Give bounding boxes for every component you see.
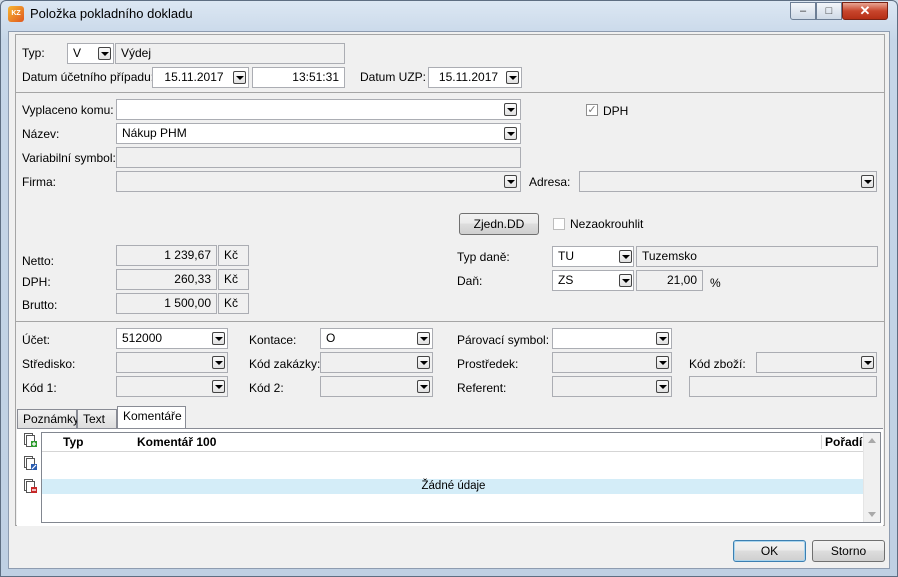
delete-record-icon[interactable]	[24, 479, 37, 494]
dialog-client: Typ: V Výdej Datum účetního případu: 15.…	[8, 31, 890, 569]
tab-text[interactable]: Text	[77, 409, 117, 429]
dph-checkbox[interactable]: ✓	[586, 104, 598, 116]
parovaci-label: Párovací symbol:	[457, 333, 550, 347]
kod-zbozi-label: Kód zboží:	[689, 357, 746, 371]
app-icon: KZ	[8, 6, 24, 22]
add-record-icon[interactable]	[24, 433, 37, 448]
brutto-currency: Kč	[218, 293, 249, 314]
dan-dropdown-arrow-icon[interactable]	[619, 274, 632, 287]
dph-field: 260,33	[116, 269, 217, 290]
ucet-dropdown-arrow-icon[interactable]	[212, 332, 225, 345]
netto-currency: Kč	[218, 245, 249, 266]
kod1-dropdown-arrow-icon[interactable]	[212, 380, 225, 393]
comments-grid[interactable]: Typ Komentář 100 Pořadí Žádné údaje	[41, 432, 881, 523]
scroll-up-arrow-icon[interactable]	[868, 438, 876, 443]
dialog-window: KZ Položka pokladního dokladu – □ ✕ Typ:…	[0, 0, 898, 577]
kod-zakazky-dropdown-arrow-icon[interactable]	[417, 356, 430, 369]
ok-button[interactable]: OK	[733, 540, 806, 562]
column-header-poradi[interactable]: Pořadí	[821, 435, 869, 449]
kod1-label: Kód 1:	[22, 381, 57, 395]
nazev-select[interactable]: Nákup PHM	[116, 123, 521, 144]
typ-dane-label: Typ daně:	[457, 250, 510, 264]
nezaokrouhlit-checkbox[interactable]	[553, 218, 565, 230]
column-header-typ[interactable]: Typ	[63, 435, 83, 449]
firma-dropdown-arrow-icon[interactable]	[504, 175, 517, 188]
prostredek-select[interactable]	[552, 352, 672, 373]
typ-code-value: V	[73, 46, 82, 60]
edit-record-icon[interactable]	[24, 456, 37, 471]
nazev-dropdown-arrow-icon[interactable]	[504, 127, 517, 140]
prostredek-dropdown-arrow-icon[interactable]	[656, 356, 669, 369]
adresa-select[interactable]	[579, 171, 877, 192]
dph-currency: Kč	[218, 269, 249, 290]
kontace-label: Kontace:	[249, 333, 297, 347]
varsym-label: Variabilní symbol:	[22, 151, 116, 165]
datum-label: Datum účetního případu:	[22, 70, 155, 84]
referent-label: Referent:	[457, 381, 507, 395]
typ-dropdown-arrow-icon[interactable]	[98, 47, 111, 60]
dph-checkbox-label: DPH	[603, 104, 629, 118]
separator	[16, 92, 884, 93]
nezaokrouhlit-label: Nezaokrouhlit	[570, 217, 644, 231]
column-header-komentar[interactable]: Komentář 100	[137, 435, 216, 449]
typ-label: Typ:	[22, 46, 45, 60]
firma-label: Firma:	[22, 175, 56, 189]
title-bar[interactable]: KZ Položka pokladního dokladu – □ ✕	[1, 1, 897, 27]
scroll-down-arrow-icon[interactable]	[868, 512, 876, 517]
referent-dropdown-arrow-icon[interactable]	[656, 380, 669, 393]
kod2-dropdown-arrow-icon[interactable]	[417, 380, 430, 393]
brutto-label: Brutto:	[22, 298, 58, 312]
tab-komentare[interactable]: Komentáře	[117, 406, 186, 430]
stredisko-label: Středisko:	[22, 357, 76, 371]
parovaci-select[interactable]	[552, 328, 672, 349]
time-field[interactable]: 13:51:31	[252, 67, 345, 88]
storno-button[interactable]: Storno	[812, 540, 885, 562]
datum-calendar-icon[interactable]	[233, 71, 246, 84]
grid-scrollbar[interactable]	[863, 433, 880, 522]
typ-name-field: Výdej	[115, 43, 345, 64]
brutto-field[interactable]: 1 500,00	[116, 293, 217, 314]
close-button[interactable]: ✕	[842, 2, 888, 20]
form-panel: Typ: V Výdej Datum účetního případu: 15.…	[15, 34, 885, 526]
netto-label: Netto:	[22, 254, 55, 268]
datum-uzp-label: Datum UZP:	[360, 70, 427, 84]
kod-zbozi-select[interactable]	[756, 352, 877, 373]
vyplaceno-select[interactable]	[116, 99, 521, 120]
adresa-label: Adresa:	[529, 175, 571, 189]
nazev-label: Název:	[22, 127, 60, 141]
vyplaceno-label: Vyplaceno komu:	[22, 103, 114, 117]
window-title: Položka pokladního dokladu	[30, 6, 193, 21]
maximize-button[interactable]: □	[816, 2, 842, 20]
percent-sign: %	[710, 276, 721, 290]
firma-select[interactable]	[116, 171, 521, 192]
dan-label: Daň:	[457, 274, 483, 288]
typ-dane-name: Tuzemsko	[636, 246, 878, 267]
varsym-field[interactable]	[116, 147, 521, 168]
dph-label: DPH:	[22, 275, 51, 289]
separator	[16, 321, 884, 322]
datum-uzp-calendar-icon[interactable]	[506, 71, 519, 84]
stredisko-dropdown-arrow-icon[interactable]	[212, 356, 225, 369]
kontace-dropdown-arrow-icon[interactable]	[417, 332, 430, 345]
kod-zakazky-label: Kód zakázky:	[249, 357, 321, 371]
kod2-label: Kód 2:	[249, 381, 284, 395]
referent-name-field	[689, 376, 877, 397]
kod-zbozi-dropdown-arrow-icon[interactable]	[861, 356, 874, 369]
empty-grid-message: Žádné údaje	[42, 479, 865, 494]
minimize-button[interactable]: –	[790, 2, 816, 20]
adresa-dropdown-arrow-icon[interactable]	[861, 175, 874, 188]
ucet-label: Účet:	[22, 333, 51, 347]
parovaci-dropdown-arrow-icon[interactable]	[656, 332, 669, 345]
tab-poznamky[interactable]: Poznámky	[17, 409, 79, 429]
typ-dane-dropdown-arrow-icon[interactable]	[619, 250, 632, 263]
grid-header: Typ Komentář 100 Pořadí	[42, 433, 865, 452]
prostredek-label: Prostředek:	[457, 357, 519, 371]
netto-field: 1 239,67	[116, 245, 217, 266]
zjedn-dd-button[interactable]: Zjedn.DD	[459, 213, 539, 235]
dan-rate: 21,00	[636, 270, 703, 291]
vyplaceno-dropdown-arrow-icon[interactable]	[504, 103, 517, 116]
referent-select[interactable]	[552, 376, 672, 397]
